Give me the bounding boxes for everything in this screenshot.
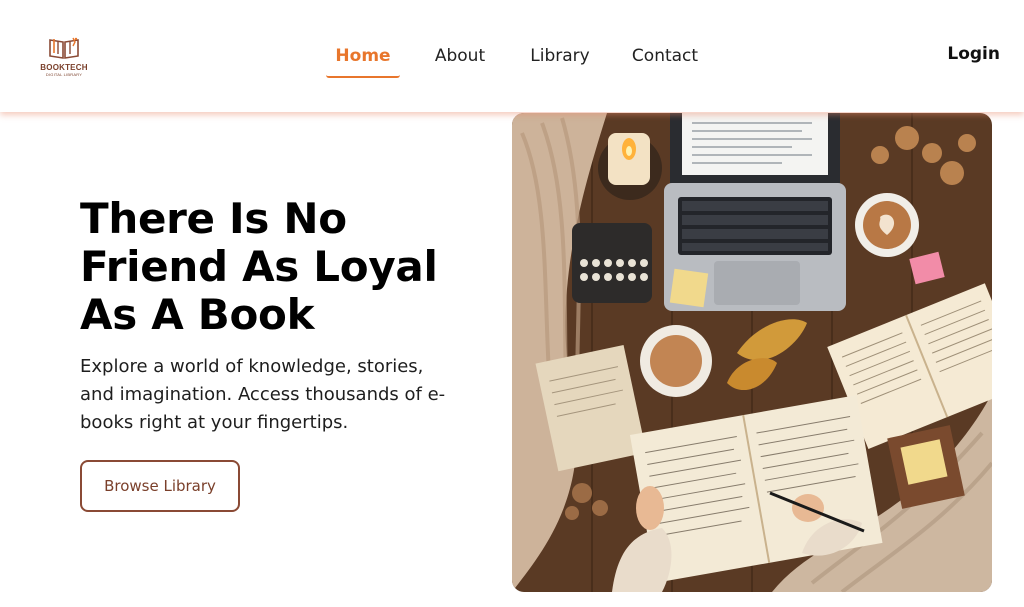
nav-home-link[interactable]: Home xyxy=(326,36,400,78)
hero-headline: There Is No Friend As Loyal As A Book xyxy=(80,195,480,339)
top-navbar: BOOKTECH DIGITAL LIBRARY Home About Libr… xyxy=(0,0,1024,112)
nav-library-link[interactable]: Library xyxy=(524,36,596,78)
nav-contact-link[interactable]: Contact xyxy=(626,36,704,78)
login-link[interactable]: Login xyxy=(947,44,1000,64)
main-nav: Home About Library Contact xyxy=(0,36,1024,80)
headline-line-2: Friend As Loyal xyxy=(80,242,438,291)
hero-text-block: There Is No Friend As Loyal As A Book Ex… xyxy=(80,195,480,437)
headline-line-3: As A Book xyxy=(80,290,315,339)
headline-line-1: There Is No xyxy=(80,194,347,243)
nav-about-link[interactable]: About xyxy=(428,36,492,78)
hero-subtext: Explore a world of knowledge, stories, a… xyxy=(80,356,446,433)
desk-photo-illustration xyxy=(512,113,992,592)
hero-desk-photo xyxy=(512,113,992,592)
browse-library-button[interactable]: Browse Library xyxy=(80,460,240,512)
